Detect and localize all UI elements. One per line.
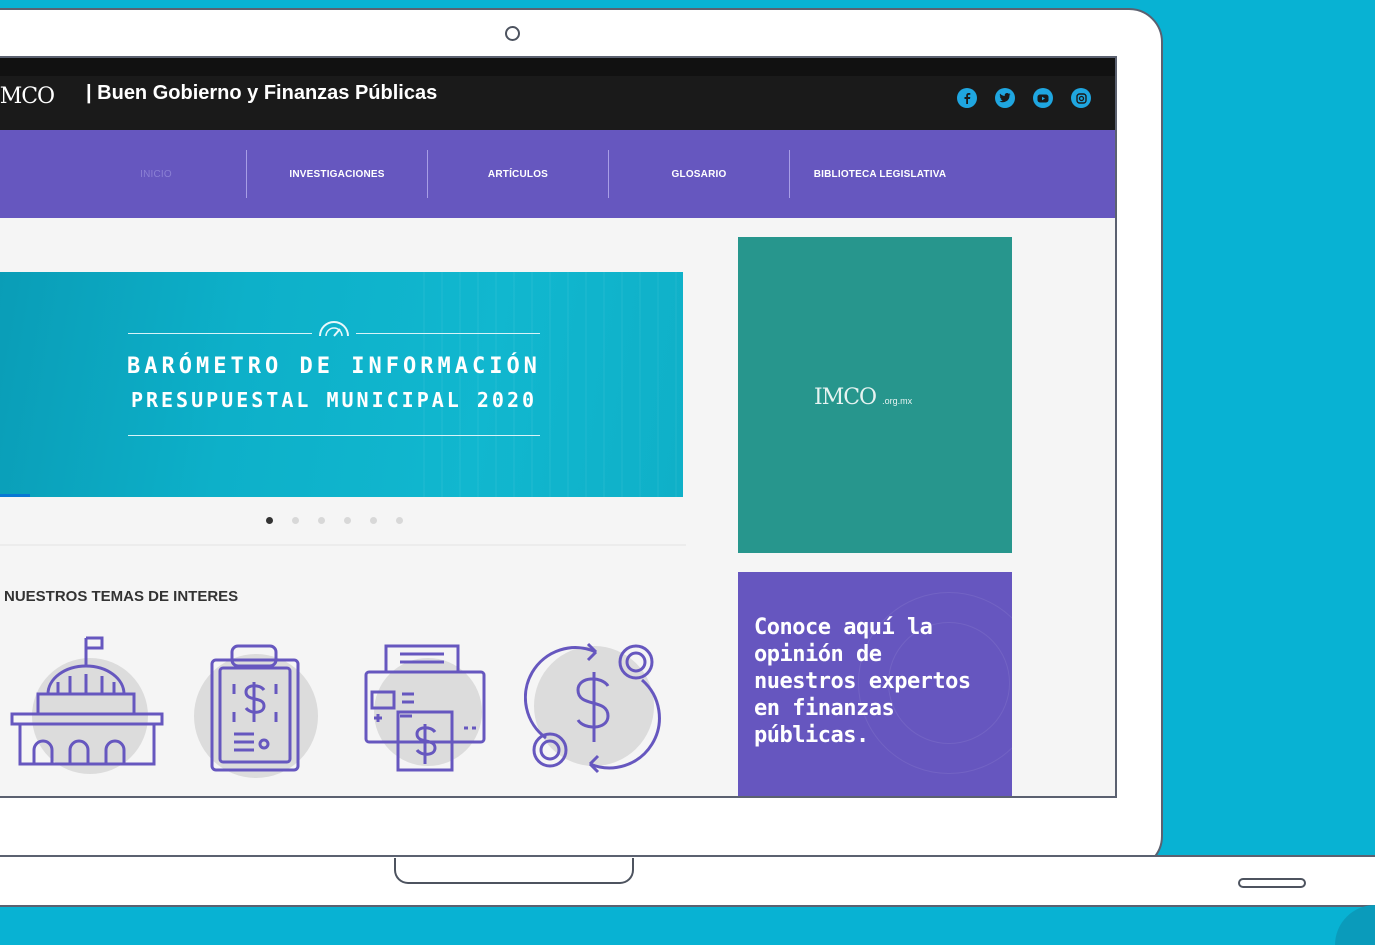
slider-dot[interactable]: [344, 517, 351, 524]
promo-text: Conoce aquí la opinión de nuestros exper…: [754, 615, 971, 748]
slider-dot[interactable]: [396, 517, 403, 524]
slider-dot[interactable]: [292, 517, 299, 524]
slide-subtitle: PRESUPUESTAL MUNICIPAL 2020: [130, 388, 538, 412]
laptop-base: [0, 855, 1375, 907]
browser-screen: IMCO | Buen Gobierno y Finanzas Públicas…: [0, 56, 1117, 798]
facebook-icon[interactable]: [957, 88, 977, 108]
nav-item-articulos[interactable]: ARTÍCULOS: [428, 150, 608, 198]
hero-slider[interactable]: BARÓMETRO DE INFORMACIÓN PRESUPUESTAL MU…: [0, 272, 683, 497]
slider-dot[interactable]: [266, 517, 273, 524]
budget-clipboard-icon[interactable]: [190, 632, 330, 780]
webcam-icon: [505, 26, 520, 41]
nav-item-inicio[interactable]: INICIO: [66, 150, 246, 198]
site-logo[interactable]: IMCO: [0, 84, 55, 109]
experts-promo-banner[interactable]: Conoce aquí la opinión de nuestros exper…: [738, 572, 1012, 796]
social-links: [957, 88, 1091, 108]
site-title: | Buen Gobierno y Finanzas Públicas: [86, 82, 438, 104]
main-nav: INICIO INVESTIGACIONES ARTÍCULOS GLOSARI…: [0, 130, 1115, 218]
slider-pagination: [266, 517, 403, 524]
money-exchange-icon[interactable]: [524, 632, 664, 780]
slide-title: BARÓMETRO DE INFORMACIÓN: [127, 354, 541, 379]
ad-logo: IMCO .org.mx: [814, 385, 913, 410]
twitter-icon[interactable]: [995, 88, 1015, 108]
instagram-icon[interactable]: [1071, 88, 1091, 108]
site-header: IMCO | Buen Gobierno y Finanzas Públicas: [0, 58, 1115, 130]
government-building-icon[interactable]: [8, 632, 168, 780]
youtube-icon[interactable]: [1033, 88, 1053, 108]
imco-ad-banner[interactable]: IMCO .org.mx: [738, 237, 1012, 553]
nav-item-biblioteca-legislativa[interactable]: BIBLIOTECA LEGISLATIVA: [790, 150, 970, 198]
nav-item-glosario[interactable]: GLOSARIO: [609, 150, 789, 198]
laptop-slot: [1238, 878, 1306, 888]
slider-dot[interactable]: [370, 517, 377, 524]
slider-dot[interactable]: [318, 517, 325, 524]
nav-item-investigaciones[interactable]: INVESTIGACIONES: [247, 150, 427, 198]
finance-printer-icon[interactable]: [360, 632, 500, 780]
laptop-notch: [394, 858, 634, 884]
topics-title: NUESTROS TEMAS DE INTERES: [4, 588, 239, 605]
gauge-icon: [319, 321, 349, 337]
